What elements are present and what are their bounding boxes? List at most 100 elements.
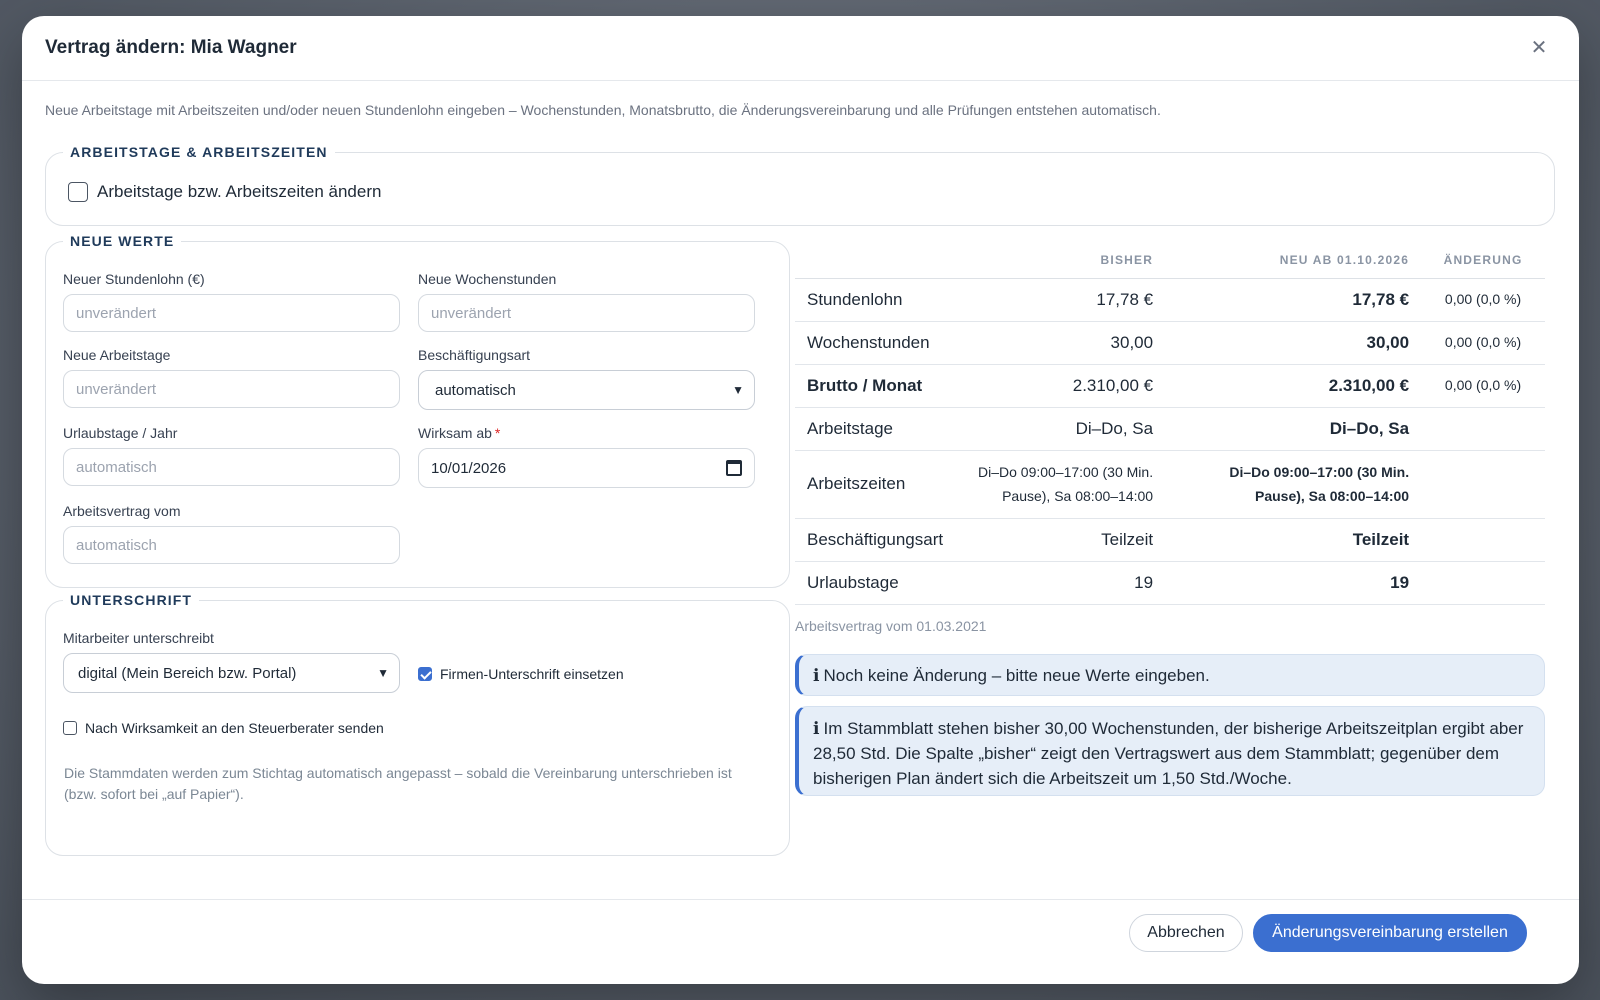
- table-row: Brutto / Monat 2.310,00 € 2.310,00 € 0,0…: [795, 364, 1545, 408]
- no-change-alert-text: Noch keine Änderung – bitte neue Werte e…: [823, 665, 1210, 685]
- create-agreement-button[interactable]: Änderungsvereinbarung erstellen: [1253, 914, 1527, 952]
- work-days-label: Neue Arbeitstage: [63, 347, 171, 363]
- calendar-icon[interactable]: [726, 460, 742, 476]
- close-button[interactable]: ✕: [1527, 36, 1551, 60]
- row-change: [1421, 518, 1545, 562]
- header-new: NEU AB 01.10.2026: [1165, 242, 1422, 279]
- no-change-alert: ℹ Noch keine Änderung – bitte neue Werte…: [795, 654, 1545, 696]
- header-change: ÄNDERUNG: [1421, 242, 1545, 279]
- stammblatt-alert: ℹ Im Stammblatt stehen bisher 30,00 Woche…: [795, 706, 1545, 796]
- signature-legend: UNTERSCHRIFT: [70, 592, 193, 608]
- weekly-hours-input[interactable]: unverändert: [418, 294, 755, 332]
- effective-date-input[interactable]: 10/01/2026: [418, 448, 755, 488]
- work-days-field: Neue Arbeitstage unverändert: [63, 347, 400, 408]
- row-label: Urlaubstage: [795, 561, 956, 605]
- row-before: Di–Do, Sa: [955, 407, 1166, 451]
- row-change: 0,00 (0,0 %): [1421, 364, 1545, 408]
- workdays-section: ARBEITSTAGE & ARBEITSZEITEN Arbeitstage …: [45, 144, 1555, 226]
- employment-type-value: automatisch: [435, 381, 516, 399]
- info-icon: ℹ: [813, 665, 820, 685]
- company-signature-toggle[interactable]: Firmen-Unterschrift einsetzen: [418, 666, 624, 682]
- hourly-wage-input[interactable]: unverändert: [63, 294, 400, 332]
- weekly-hours-label: Neue Wochenstunden: [418, 271, 557, 287]
- tax-advisor-label: Nach Wirksamkeit an den Steuerberater se…: [85, 720, 384, 736]
- row-change: 0,00 (0,0 %): [1421, 321, 1545, 365]
- company-signature-checkbox[interactable]: [418, 667, 432, 681]
- change-workdays-toggle[interactable]: Arbeitstage bzw. Arbeitszeiten ändern: [68, 182, 381, 202]
- stammblatt-alert-text: Im Stammblatt stehen bisher 30,00 Wochen…: [813, 719, 1524, 788]
- hourly-wage-field: Neuer Stundenlohn (€) unverändert: [63, 271, 400, 332]
- row-before: 2.310,00 €: [955, 364, 1166, 408]
- row-label: Stundenlohn: [795, 278, 956, 322]
- effective-date-label-text: Wirksam ab: [418, 425, 492, 441]
- contract-date-field: Arbeitsvertrag vom automatisch: [63, 503, 400, 564]
- work-days-input[interactable]: unverändert: [63, 370, 400, 408]
- dialog-title: Vertrag ändern: Mia Wagner: [45, 37, 297, 58]
- vacation-days-input[interactable]: automatisch: [63, 448, 400, 486]
- employment-type-select[interactable]: automatisch ▼: [418, 370, 755, 410]
- header-before: BISHER: [955, 242, 1166, 279]
- comparison-table: BISHER NEU AB 01.10.2026 ÄNDERUNG Stunde…: [795, 242, 1545, 605]
- row-new: 2.310,00 €: [1165, 364, 1422, 408]
- row-change: [1421, 407, 1545, 451]
- row-before: Teilzeit: [955, 518, 1166, 562]
- employment-type-field: Beschäftigungsart automatisch ▼: [418, 347, 755, 410]
- row-new: Teilzeit: [1165, 518, 1422, 562]
- comparison-header-row: BISHER NEU AB 01.10.2026 ÄNDERUNG: [795, 242, 1545, 279]
- edit-contract-dialog: Vertrag ändern: Mia Wagner ✕ Neue Arbeit…: [22, 16, 1579, 984]
- row-new: Di–Do 09:00–17:00 (30 Min. Pause), Sa 08…: [1165, 450, 1422, 519]
- work-days-placeholder: unverändert: [76, 380, 157, 398]
- chevron-down-icon: ▼: [732, 383, 744, 397]
- row-before: Di–Do 09:00–17:00 (30 Min. Pause), Sa 08…: [955, 450, 1166, 519]
- contract-date-label: Arbeitsvertrag vom: [63, 503, 181, 519]
- row-label: Brutto / Monat: [795, 364, 956, 408]
- contract-date-input[interactable]: automatisch: [63, 526, 400, 564]
- vacation-days-label: Urlaubstage / Jahr: [63, 425, 178, 441]
- contract-date-placeholder: automatisch: [76, 536, 157, 554]
- table-row: Arbeitszeiten Di–Do 09:00–17:00 (30 Min.…: [795, 450, 1545, 519]
- effective-date-label: Wirksam ab *: [418, 425, 755, 441]
- info-icon: ℹ: [813, 719, 820, 738]
- table-row: Arbeitstage Di–Do, Sa Di–Do, Sa: [795, 407, 1545, 451]
- row-label: Wochenstunden: [795, 321, 956, 365]
- table-row: Urlaubstage 19 19: [795, 561, 1545, 605]
- table-row: Stundenlohn 17,78 € 17,78 € 0,00 (0,0 %): [795, 278, 1545, 322]
- row-label: Arbeitszeiten: [795, 450, 956, 519]
- hourly-wage-placeholder: unverändert: [76, 304, 157, 322]
- employee-signs-select[interactable]: digital (Mein Bereich bzw. Portal) ▼: [63, 653, 400, 693]
- contract-date-note: Arbeitsvertrag vom 01.03.2021: [795, 618, 987, 634]
- table-row: Wochenstunden 30,00 30,00 0,00 (0,0 %): [795, 321, 1545, 365]
- workdays-legend: ARBEITSTAGE & ARBEITSZEITEN: [70, 144, 328, 160]
- hourly-wage-label: Neuer Stundenlohn (€): [63, 271, 205, 287]
- row-label: Arbeitstage: [795, 407, 956, 451]
- row-label: Beschäftigungsart: [795, 518, 956, 562]
- employee-signs-value: digital (Mein Bereich bzw. Portal): [78, 664, 297, 682]
- required-marker: *: [494, 425, 501, 441]
- header-label: [795, 242, 956, 279]
- employee-signs-label: Mitarbeiter unterschreibt: [63, 630, 214, 646]
- row-before: 30,00: [955, 321, 1166, 365]
- tax-advisor-toggle[interactable]: Nach Wirksamkeit an den Steuerberater se…: [63, 720, 384, 736]
- cancel-button[interactable]: Abbrechen: [1129, 914, 1243, 952]
- table-row: Beschäftigungsart Teilzeit Teilzeit: [795, 518, 1545, 562]
- row-new: 17,78 €: [1165, 278, 1422, 322]
- signature-section: UNTERSCHRIFT Mitarbeiter unterschreibt d…: [45, 592, 790, 856]
- row-before: 17,78 €: [955, 278, 1166, 322]
- dialog-header: Vertrag ändern: Mia Wagner ✕: [22, 16, 1579, 81]
- row-new: 19: [1165, 561, 1422, 605]
- row-change: [1421, 450, 1545, 519]
- weekly-hours-placeholder: unverändert: [431, 304, 512, 322]
- effective-date-value: 10/01/2026: [431, 459, 507, 477]
- row-change: [1421, 561, 1545, 605]
- change-workdays-checkbox[interactable]: [68, 182, 88, 202]
- signature-note: Die Stammdaten werden zum Stichtag autom…: [64, 765, 732, 802]
- employment-type-label: Beschäftigungsart: [418, 347, 531, 363]
- chevron-down-icon: ▼: [377, 666, 389, 680]
- new-values-legend: NEUE WERTE: [70, 233, 175, 249]
- row-new: 30,00: [1165, 321, 1422, 365]
- weekly-hours-field: Neue Wochenstunden unverändert: [418, 271, 755, 332]
- new-values-section: NEUE WERTE Neuer Stundenlohn (€) unverän…: [45, 233, 790, 588]
- vacation-days-field: Urlaubstage / Jahr automatisch: [63, 425, 400, 486]
- tax-advisor-checkbox[interactable]: [63, 721, 77, 735]
- change-workdays-label: Arbeitstage bzw. Arbeitszeiten ändern: [97, 182, 382, 201]
